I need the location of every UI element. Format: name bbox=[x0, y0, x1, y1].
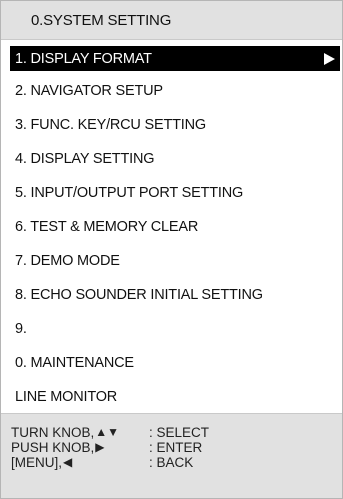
menu-item-maintenance[interactable]: 0. MAINTENANCE bbox=[10, 346, 340, 380]
help-action-select: : SELECT bbox=[149, 425, 210, 440]
help-action-back: : BACK bbox=[149, 455, 194, 470]
menu-item-demo-mode[interactable]: 7. DEMO MODE bbox=[10, 244, 340, 278]
help-action-enter: : ENTER bbox=[149, 440, 203, 455]
menu-item-label: 2. NAVIGATOR SETUP bbox=[15, 83, 163, 99]
help-control: [MENU], ◀ bbox=[11, 455, 149, 470]
menu-item-label: LINE MONITOR bbox=[15, 389, 118, 405]
help-bar: TURN KNOB, ▲▼ : SELECT PUSH KNOB, ▶ : EN… bbox=[1, 413, 342, 498]
menu-item-navigator-setup[interactable]: 2. NAVIGATOR SETUP bbox=[10, 74, 340, 108]
menu-item-label: 0. MAINTENANCE bbox=[15, 355, 134, 371]
help-control-text: [MENU], bbox=[11, 455, 63, 470]
help-line-enter: PUSH KNOB, ▶ : ENTER bbox=[11, 440, 342, 455]
menu-item-echo-sounder-initial-setting[interactable]: 8. ECHO SOUNDER INITIAL SETTING bbox=[10, 278, 340, 312]
menu-item-label: 3. FUNC. KEY/RCU SETTING bbox=[15, 117, 206, 133]
help-control-text: TURN KNOB, bbox=[11, 425, 95, 440]
help-line-back: [MENU], ◀ : BACK bbox=[11, 455, 342, 470]
menu-item-display-format[interactable]: 1. DISPLAY FORMAT bbox=[10, 46, 340, 71]
triangle-right-icon: ▶ bbox=[95, 440, 105, 454]
menu-item-label: 8. ECHO SOUNDER INITIAL SETTING bbox=[15, 287, 263, 303]
menu-item-9[interactable]: 9. bbox=[10, 312, 340, 346]
menu-item-label: 5. INPUT/OUTPUT PORT SETTING bbox=[15, 185, 244, 201]
menu-item-display-setting[interactable]: 4. DISPLAY SETTING bbox=[10, 142, 340, 176]
help-control-text: PUSH KNOB, bbox=[11, 440, 95, 455]
menu-item-line-monitor[interactable]: LINE MONITOR bbox=[10, 380, 340, 414]
help-line-select: TURN KNOB, ▲▼ : SELECT bbox=[11, 425, 342, 440]
system-setting-menu-window: 0.SYSTEM SETTING 1. DISPLAY FORMAT 2. NA… bbox=[0, 0, 343, 499]
help-control: TURN KNOB, ▲▼ bbox=[11, 425, 149, 440]
menu-title-bar: 0.SYSTEM SETTING bbox=[1, 1, 342, 40]
menu-item-label: 4. DISPLAY SETTING bbox=[15, 151, 155, 167]
menu-title: 0.SYSTEM SETTING bbox=[31, 11, 172, 29]
menu-item-test-memory-clear[interactable]: 6. TEST & MEMORY CLEAR bbox=[10, 210, 340, 244]
menu-item-label: 7. DEMO MODE bbox=[15, 253, 120, 269]
menu-item-label: 6. TEST & MEMORY CLEAR bbox=[15, 219, 199, 235]
triangle-right-icon bbox=[324, 52, 335, 65]
menu-item-input-output-port-setting[interactable]: 5. INPUT/OUTPUT PORT SETTING bbox=[10, 176, 340, 210]
menu-item-label: 9. bbox=[15, 321, 27, 337]
up-down-triangle-icon: ▲▼ bbox=[95, 425, 120, 439]
triangle-left-icon: ◀ bbox=[63, 455, 73, 469]
menu-list: 1. DISPLAY FORMAT 2. NAVIGATOR SETUP 3. … bbox=[1, 46, 342, 414]
menu-item-func-key-rcu-setting[interactable]: 3. FUNC. KEY/RCU SETTING bbox=[10, 108, 340, 142]
menu-item-label: 1. DISPLAY FORMAT bbox=[15, 50, 152, 67]
help-control: PUSH KNOB, ▶ bbox=[11, 440, 149, 455]
